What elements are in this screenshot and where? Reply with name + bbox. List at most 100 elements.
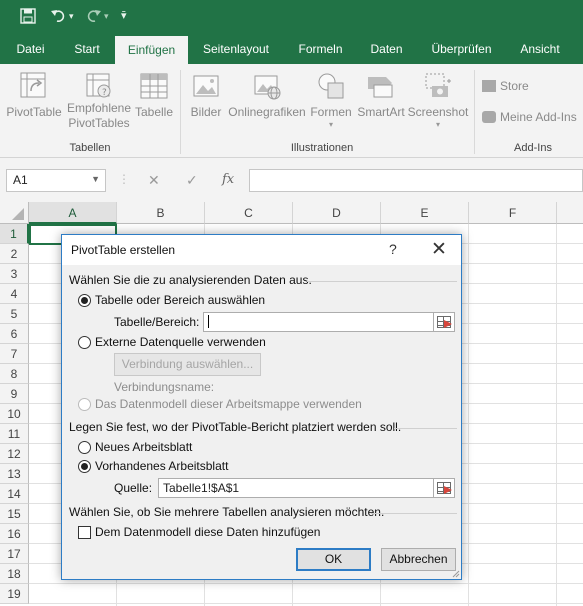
- row-header[interactable]: 1: [0, 224, 29, 244]
- choose-connection-button[interactable]: Verbindung auswählen...: [114, 353, 261, 376]
- title-bar: ▾ ▾ ▾̄: [0, 0, 583, 34]
- name-box-dropdown-icon[interactable]: ▼: [91, 174, 100, 184]
- smartart-button[interactable]: SmartArt: [356, 68, 406, 120]
- customize-icon[interactable]: ▾̄: [121, 8, 127, 24]
- row-header[interactable]: 4: [0, 284, 29, 304]
- tab-ueberpruefen[interactable]: Überprüfen: [422, 34, 501, 64]
- section-multiple-tables: Wählen Sie, ob Sie mehrere Tabellen anal…: [69, 505, 385, 519]
- insert-function-icon[interactable]: fx: [222, 172, 234, 187]
- source-picker-button[interactable]: [433, 478, 455, 498]
- tab-ansicht[interactable]: Ansicht: [512, 34, 568, 64]
- column-header[interactable]: C: [205, 202, 293, 224]
- enter-icon[interactable]: ✓: [186, 172, 198, 189]
- row-header[interactable]: 18: [0, 564, 29, 584]
- add-to-data-model-checkbox[interactable]: [78, 526, 91, 539]
- radio-existing-worksheet[interactable]: [78, 460, 91, 473]
- column-header[interactable]: E: [381, 202, 469, 224]
- radio-existing-worksheet-label[interactable]: Vorhandenes Arbeitsblatt: [95, 459, 228, 473]
- tab-datei[interactable]: Datei: [6, 34, 55, 64]
- radio-external-source[interactable]: [78, 336, 91, 349]
- select-all-button[interactable]: [0, 202, 29, 224]
- tab-einfuegen[interactable]: Einfügen: [115, 36, 188, 64]
- column-header[interactable]: A: [29, 202, 117, 224]
- store-button[interactable]: Store: [482, 79, 529, 93]
- row-header[interactable]: 2: [0, 244, 29, 264]
- close-icon[interactable]: ✕: [431, 238, 447, 261]
- section-divider: [307, 281, 457, 282]
- pictures-button[interactable]: Bilder: [186, 68, 226, 120]
- my-addins-icon: [482, 111, 496, 123]
- table-button[interactable]: Tabelle: [134, 68, 174, 120]
- name-box[interactable]: A1 ▼: [6, 169, 106, 192]
- column-header[interactable]: [557, 202, 583, 224]
- radio-data-model[interactable]: [78, 398, 91, 411]
- pivottable-dialog: PivotTable erstellen ? ✕ Wählen Sie die …: [61, 234, 462, 580]
- grid-line: [556, 224, 557, 606]
- dialog-title-bar[interactable]: PivotTable erstellen ? ✕: [62, 235, 461, 265]
- column-header[interactable]: D: [293, 202, 381, 224]
- row-header[interactable]: 16: [0, 524, 29, 544]
- screenshot-button[interactable]: Screenshot ▾: [406, 68, 470, 129]
- row-header[interactable]: 14: [0, 484, 29, 504]
- radio-table-range[interactable]: [78, 294, 91, 307]
- pivottable-label: PivotTable: [6, 105, 62, 119]
- tab-seitenlayout[interactable]: Seitenlayout: [195, 34, 277, 64]
- connection-name-label: Verbindungsname:: [114, 380, 215, 394]
- row-header[interactable]: 15: [0, 504, 29, 524]
- pivottable-button[interactable]: PivotTable: [4, 68, 64, 120]
- row-header[interactable]: 7: [0, 344, 29, 364]
- radio-external-source-label[interactable]: Externe Datenquelle verwenden: [95, 335, 266, 349]
- tab-daten[interactable]: Daten: [362, 34, 411, 64]
- recommended-pivottables-button[interactable]: ? Empfohlene PivotTables: [64, 68, 134, 131]
- formula-bar: A1 ▼ ⋮ ✕ ✓ fx: [0, 158, 583, 202]
- row-header[interactable]: 9: [0, 384, 29, 404]
- undo-icon[interactable]: [50, 8, 68, 28]
- section-divider: [394, 428, 457, 429]
- row-header[interactable]: 12: [0, 444, 29, 464]
- table-range-input[interactable]: [203, 312, 434, 332]
- save-icon[interactable]: [20, 8, 36, 28]
- row-header[interactable]: 8: [0, 364, 29, 384]
- name-box-value: A1: [13, 173, 28, 187]
- row-header[interactable]: 17: [0, 544, 29, 564]
- column-header[interactable]: B: [117, 202, 205, 224]
- tab-formeln[interactable]: Formeln: [288, 34, 353, 64]
- row-header[interactable]: 6: [0, 324, 29, 344]
- resize-grip-icon[interactable]: [452, 570, 460, 578]
- row-header[interactable]: 3: [0, 264, 29, 284]
- row-header[interactable]: 13: [0, 464, 29, 484]
- formula-input[interactable]: [249, 169, 583, 192]
- undo-dropdown-icon[interactable]: ▾: [69, 8, 74, 24]
- cancel-button[interactable]: Abbrechen: [381, 548, 456, 571]
- row-header[interactable]: 10: [0, 404, 29, 424]
- grid-line: [468, 224, 469, 606]
- group-label-tabellen: Tabellen: [69, 142, 111, 154]
- formula-bar-grip-icon: ⋮: [118, 172, 130, 186]
- row-header[interactable]: 5: [0, 304, 29, 324]
- source-input[interactable]: Tabelle1!$A$1: [158, 478, 434, 498]
- radio-table-range-label[interactable]: Tabelle oder Bereich auswählen: [95, 293, 265, 307]
- range-picker-button[interactable]: [433, 312, 455, 332]
- add-to-data-model-label[interactable]: Dem Datenmodell diese Daten hinzufügen: [95, 525, 320, 539]
- row-header[interactable]: 19: [0, 584, 29, 604]
- column-header[interactable]: F: [469, 202, 557, 224]
- tab-start[interactable]: Start: [61, 34, 113, 64]
- ok-button[interactable]: OK: [296, 548, 371, 571]
- redo-dropdown-icon[interactable]: ▾: [104, 8, 109, 24]
- radio-new-worksheet[interactable]: [78, 441, 91, 454]
- my-addins-button[interactable]: Meine Add-Ins: [482, 110, 577, 124]
- online-pictures-label: Onlinegrafiken: [228, 105, 306, 119]
- row-header[interactable]: 11: [0, 424, 29, 444]
- shapes-button[interactable]: Formen ▾: [308, 68, 354, 129]
- help-icon[interactable]: ?: [389, 241, 397, 257]
- online-pictures-button[interactable]: Onlinegrafiken: [228, 68, 306, 120]
- group-label-illustrationen: Illustrationen: [290, 142, 354, 154]
- radio-data-model-label[interactable]: Das Datenmodell dieser Arbeitsmappe verw…: [95, 397, 362, 411]
- group-label-addins: Add-Ins: [514, 142, 552, 154]
- radio-new-worksheet-label[interactable]: Neues Arbeitsblatt: [95, 440, 192, 454]
- cancel-icon[interactable]: ✕: [148, 172, 160, 189]
- screenshot-dropdown-icon: ▾: [435, 120, 440, 129]
- redo-icon[interactable]: [84, 8, 102, 28]
- screenshot-icon: [423, 71, 453, 101]
- ribbon-tabs: Datei Start Einfügen Seitenlayout Formel…: [0, 34, 583, 64]
